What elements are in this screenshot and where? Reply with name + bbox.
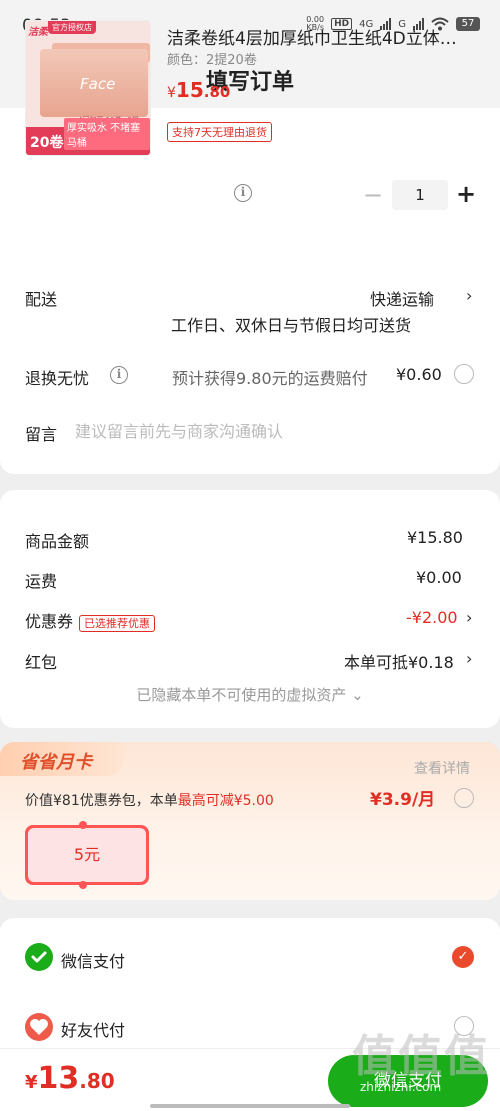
coupon-label-text: 优惠券	[25, 612, 74, 631]
voucher-amount: 5元	[28, 828, 146, 882]
coupon-label[interactable]: 优惠券 已选推荐优惠	[25, 608, 156, 632]
membership-desc-prefix: 价值¥81优惠券包，本单	[25, 793, 178, 809]
thumb-flag: 官方授权店	[48, 21, 96, 34]
watermark: 值值值	[352, 1031, 490, 1082]
home-indicator	[150, 1104, 350, 1108]
membership-detail-link[interactable]: 查看详情	[414, 758, 470, 778]
membership-price: ¥3.9/月	[370, 790, 436, 810]
quantity-input[interactable]: 1	[392, 180, 448, 210]
quantity-minus-button[interactable]: −	[363, 181, 383, 209]
membership-title: 省省月卡	[20, 752, 92, 773]
price-info-icon[interactable]: i	[234, 184, 252, 202]
total-price: ¥13.80	[25, 1061, 115, 1096]
price-decimal: .80	[203, 83, 231, 101]
return-insurance-radio[interactable]	[454, 364, 474, 384]
wechat-pay-check-icon[interactable]: ✓	[452, 946, 474, 968]
membership-voucher: 5元	[25, 825, 149, 885]
price-currency: ¥	[167, 85, 176, 101]
coupon-value[interactable]: -¥2.00	[406, 608, 458, 627]
coupon-chevron-icon[interactable]: ›	[466, 608, 472, 627]
goods-amount-label: 商品金额	[25, 532, 90, 551]
shipping-label: 运费	[25, 572, 58, 591]
return-insurance-info-icon[interactable]: i	[110, 366, 128, 384]
coupon-tag: 已选推荐优惠	[79, 615, 156, 632]
redpacket-label: 红包	[25, 653, 58, 672]
return-insurance-desc: 预计获得9.80元的运费赔付	[172, 369, 368, 388]
delivery-method[interactable]: 快递运输	[370, 286, 434, 310]
thumb-pack-text: Face	[80, 75, 116, 93]
membership-radio[interactable]	[454, 788, 474, 808]
shipping-value: ¥0.00	[416, 568, 462, 587]
return-insurance-label: 退换无忧	[25, 369, 90, 388]
membership-desc-highlight: 最高可减¥5.00	[177, 793, 274, 809]
wechat-pay-icon	[25, 943, 53, 971]
quantity-plus-button[interactable]: +	[456, 180, 476, 208]
price-integer: 15	[175, 78, 204, 102]
delivery-label: 配送	[25, 290, 58, 309]
wechat-pay-label[interactable]: 微信支付	[61, 948, 125, 972]
redpacket-value[interactable]: 本单可抵¥0.18	[344, 649, 454, 673]
product-spec[interactable]: 颜色：2提20卷	[167, 49, 257, 68]
total-integer: 13	[37, 1061, 80, 1096]
voucher-notch-top	[79, 821, 87, 829]
redpacket-chevron-icon[interactable]: ›	[466, 649, 472, 668]
total-currency: ¥	[25, 1072, 38, 1093]
product-thumbnail[interactable]: Face 洁柔 官方授权店 4层加厚 10卷×2提 20卷 厚实吸水 不堵塞马桶	[25, 20, 151, 156]
return-policy-tag: 支持7天无理由退货	[167, 122, 272, 142]
friend-pay-label[interactable]: 好友代付	[61, 1017, 125, 1041]
message-label: 留言	[25, 425, 58, 444]
thumb-slogan: 厚实吸水 不堵塞马桶	[64, 118, 150, 150]
total-decimal: .80	[79, 1069, 115, 1093]
friend-pay-icon	[25, 1013, 53, 1041]
return-insurance-price: ¥0.60	[396, 365, 442, 384]
product-price: ¥15.80	[167, 78, 230, 102]
delivery-note: 工作日、双休日与节假日均可送货	[171, 316, 412, 335]
voucher-notch-bottom	[79, 881, 87, 889]
product-name[interactable]: 洁柔卷纸4层加厚纸巾卫生纸4D立体…	[167, 24, 477, 49]
goods-amount-value: ¥15.80	[407, 528, 463, 547]
hidden-assets-toggle[interactable]: 已隐藏本单不可使用的虚拟资产 ⌄	[0, 684, 500, 705]
thumb-count: 20卷	[30, 135, 64, 151]
message-input[interactable]	[75, 419, 475, 443]
thumb-brand: 洁柔	[28, 27, 48, 38]
watermark-url: zhizhizhi.com	[360, 1080, 442, 1094]
delivery-chevron-icon[interactable]: ›	[466, 286, 472, 305]
membership-desc: 价值¥81优惠券包，本单最高可减¥5.00	[25, 790, 274, 810]
